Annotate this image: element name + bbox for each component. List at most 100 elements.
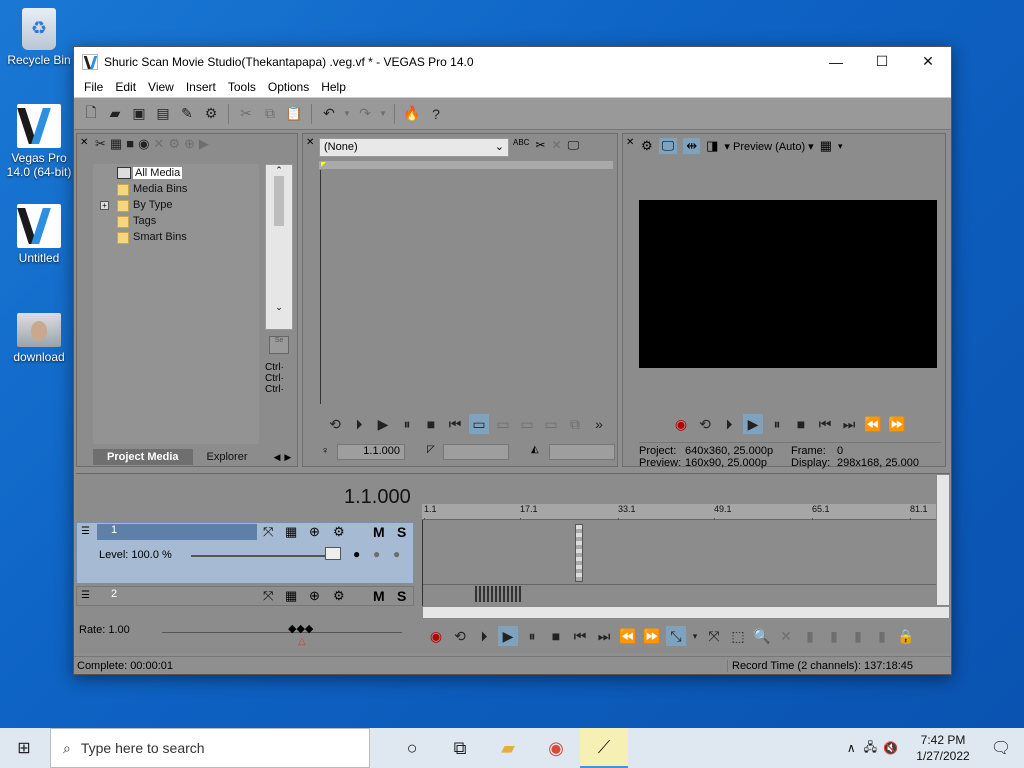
paste-icon[interactable]: 📋 (283, 103, 305, 125)
record-icon[interactable]: ◉ (426, 626, 446, 646)
trim-start-icon[interactable]: ▮ (824, 626, 844, 646)
create-subclip-icon[interactable]: ⧉ (565, 414, 585, 434)
play-icon[interactable]: ▶ (498, 626, 518, 646)
scroll-thumb[interactable] (274, 176, 284, 226)
preview-properties-icon[interactable]: ⚙ (641, 138, 653, 154)
external-monitor-icon[interactable]: 🖵 (658, 138, 678, 154)
tab-scroll-left-icon[interactable]: ◀ (274, 452, 281, 463)
compositing-mode-icon[interactable]: ⊕ (309, 524, 320, 540)
tab-scroll-right-icon[interactable]: ▶ (284, 452, 291, 463)
add-to-timeline-icon[interactable]: ▭ (493, 414, 513, 434)
menu-help[interactable]: Help (315, 80, 352, 94)
track-expand-icon[interactable]: ● (393, 547, 400, 561)
track-settings-icon[interactable]: ⚙ (333, 524, 345, 540)
save-as-icon[interactable]: ▤ (152, 103, 174, 125)
trimmer-timecode[interactable]: 1.1.000 (337, 444, 405, 460)
clock[interactable]: 7:42 PM 1/27/2022 (908, 732, 978, 764)
undo-dropdown-icon[interactable]: ▼ (342, 103, 352, 125)
new-icon[interactable]: 🗋 (80, 103, 102, 125)
panel-close-icon[interactable]: ✕ (80, 137, 88, 148)
add-to-timeline-right-icon[interactable]: ▭ (541, 414, 561, 434)
media-properties-icon[interactable]: ⚙ (168, 136, 180, 152)
trim-icon[interactable]: ▮ (800, 626, 820, 646)
pause-icon[interactable]: ⏸ (397, 414, 417, 434)
play-from-start-icon[interactable]: ⏵ (474, 626, 494, 646)
volume-muted-icon[interactable]: 🔇 (883, 741, 898, 755)
normal-edit-tool-icon[interactable]: ⤡ (666, 626, 686, 646)
preview-quality-dropdown[interactable]: ▾ Preview (Auto) ▾ (724, 140, 813, 153)
trimmer-mode-icon[interactable]: ▭ (469, 414, 489, 434)
start-button[interactable]: ⊞ (0, 728, 48, 768)
go-to-start-icon[interactable]: ⏮ (445, 414, 465, 434)
timeline-tracks-view[interactable] (422, 520, 937, 606)
stop-icon[interactable]: ■ (421, 414, 441, 434)
delete-icon[interactable]: ✕ (153, 136, 164, 152)
lock-icon[interactable]: 🔒 (896, 626, 916, 646)
tree-item-media-bins[interactable]: Media Bins (133, 183, 187, 195)
play-icon[interactable]: ▶ (373, 414, 393, 434)
menu-edit[interactable]: Edit (109, 80, 142, 94)
menu-file[interactable]: File (78, 80, 109, 94)
monitor-icon[interactable]: 🖵 (568, 138, 580, 153)
desktop-icon-download[interactable]: download (3, 313, 75, 364)
trim-end-icon[interactable]: ▮ (848, 626, 868, 646)
track-collapse-icon[interactable]: ☰ (81, 590, 90, 601)
tab-explorer[interactable]: Explorer (193, 449, 262, 465)
panel-close-icon[interactable]: ✕ (306, 137, 314, 148)
expand-icon[interactable]: + (100, 201, 109, 210)
record-icon[interactable]: ◉ (671, 414, 691, 434)
pause-icon[interactable]: ⏸ (522, 626, 542, 646)
loop-icon[interactable]: ⟲ (695, 414, 715, 434)
whats-this-help-icon[interactable]: ? (425, 103, 447, 125)
stop-icon[interactable]: ■ (546, 626, 566, 646)
trimmer-media-select[interactable]: (None) ⌄ (319, 138, 509, 157)
trimmer-view[interactable] (320, 170, 614, 404)
tree-item-all-media[interactable]: All Media (133, 167, 183, 179)
rate-slider[interactable] (162, 632, 402, 633)
rate-slider-handle[interactable]: ◆◆◆ (288, 622, 313, 635)
maximize-button[interactable]: ☐ (859, 47, 905, 76)
track-fx-icon[interactable]: ▦ (285, 588, 297, 604)
open-icon[interactable]: ▰ (104, 103, 126, 125)
tab-project-media[interactable]: Project Media (93, 449, 193, 465)
menu-options[interactable]: Options (262, 80, 315, 94)
go-to-start-icon[interactable]: ⏮ (815, 414, 835, 434)
render-icon[interactable]: ✎ (176, 103, 198, 125)
envelope-tool-icon[interactable]: ⤧ (704, 626, 724, 646)
task-view-icon[interactable]: ⧉ (436, 728, 484, 768)
zoom-tool-icon[interactable]: 🔍 (752, 626, 772, 646)
chrome-icon[interactable]: ◉ (532, 728, 580, 768)
clear-icon[interactable]: ✂ (535, 138, 545, 153)
copy-icon[interactable]: ⧉ (259, 103, 281, 125)
trimmer-field[interactable] (443, 444, 509, 460)
stop-icon[interactable]: ■ (791, 414, 811, 434)
redo-dropdown-icon[interactable]: ▼ (378, 103, 388, 125)
track-fx-icon[interactable]: ▦ (285, 524, 297, 540)
menu-view[interactable]: View (142, 80, 180, 94)
go-to-end-icon[interactable]: ⏭ (839, 414, 859, 434)
save-icon[interactable]: ▣ (128, 103, 150, 125)
more-icon[interactable]: » (589, 414, 609, 434)
level-slider[interactable] (191, 555, 341, 557)
track-color-icon[interactable]: ● (353, 547, 360, 561)
tree-item-by-type[interactable]: By Type (133, 199, 173, 211)
close-button[interactable]: ✕ (905, 47, 951, 76)
desktop-icon-vegas-pro[interactable]: Vegas Pro 14.0 (64-bit) (3, 104, 75, 179)
menu-insert[interactable]: Insert (180, 80, 222, 94)
track-header-1[interactable]: ☰ 1 ⤧ ▦ ⊕ ⚙ M S Level: 100.0 % ● ● ● (76, 522, 414, 584)
track-motion-icon[interactable]: ⤧ (263, 588, 273, 604)
play-media-icon[interactable]: ▶ (199, 136, 209, 152)
timeline-vertical-scrollbar[interactable] (936, 474, 950, 606)
overlays-icon[interactable]: ▦ (820, 138, 832, 154)
title-bar[interactable]: Shuric Scan Movie Studio(Thekantapapa) .… (74, 47, 951, 76)
previous-frame-icon[interactable]: ⏪ (863, 414, 883, 434)
desktop-icon-untitled[interactable]: Untitled (3, 204, 75, 265)
track-collapse-icon[interactable]: ☰ (81, 526, 90, 537)
trimmer-length-field[interactable] (549, 444, 615, 460)
tree-item-tags[interactable]: Tags (133, 215, 156, 227)
track-motion-icon[interactable]: ⤧ (263, 524, 273, 540)
track-settings-icon[interactable]: ⚙ (333, 588, 345, 604)
undo-icon[interactable]: ↶ (318, 103, 340, 125)
previous-frame-icon[interactable]: ⏪ (618, 626, 638, 646)
copy-snapshot-icon[interactable]: ◨ (706, 138, 718, 154)
